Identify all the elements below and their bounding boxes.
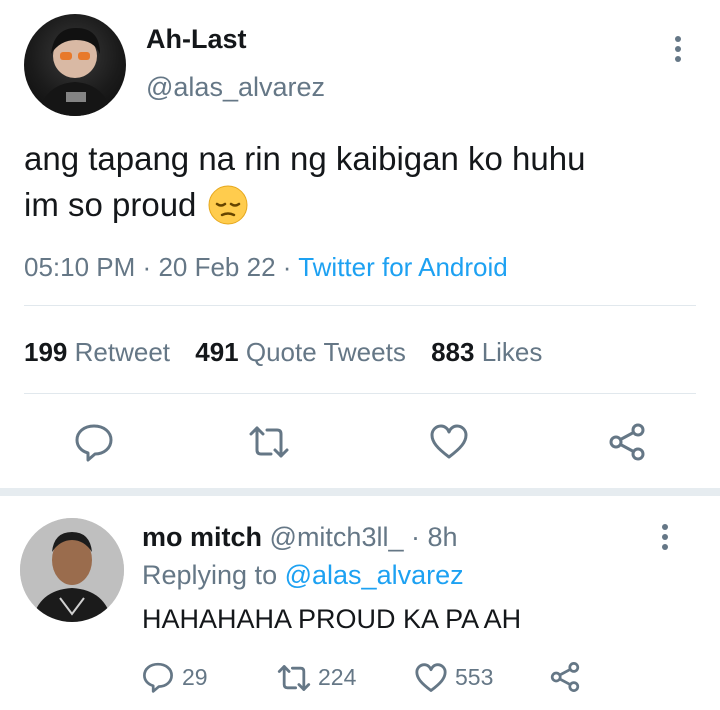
share-icon[interactable]: [607, 422, 647, 462]
author-handle[interactable]: @alas_alvarez: [146, 72, 325, 103]
divider: [24, 305, 696, 306]
author-display-name[interactable]: Ah-Last: [146, 24, 247, 55]
likes-stat[interactable]: 883 Likes: [431, 337, 542, 367]
like-icon[interactable]: [429, 424, 469, 460]
retweet-icon[interactable]: [247, 424, 291, 460]
tweet-text-line-1: ang tapang na rin ng kaibigan ko huhu: [24, 140, 586, 177]
reply-retweet-count: 224: [318, 664, 357, 690]
divider: [24, 393, 696, 394]
reply-more-menu-icon[interactable]: [662, 524, 668, 554]
reply-display-name[interactable]: mo mitch: [142, 522, 262, 552]
pensive-face-emoji-icon: [208, 185, 248, 225]
reply-like-count: 553: [455, 664, 494, 690]
reply-handle[interactable]: @mitch3ll_: [270, 522, 404, 552]
reply-reply-count: 29: [182, 664, 208, 690]
tweet-text: ang tapang na rin ng kaibigan ko huhu im…: [24, 136, 585, 228]
tweet-date: 20 Feb 22: [158, 252, 276, 282]
tweet-text-line-2: im so proud: [24, 182, 585, 228]
reply-retweet-icon[interactable]: [276, 663, 312, 693]
reply-icon[interactable]: [74, 422, 114, 462]
tweet-time: 05:10 PM: [24, 252, 136, 282]
meta-separator: ·: [142, 252, 152, 282]
reply-like-icon[interactable]: [414, 663, 448, 693]
section-divider: [0, 488, 720, 496]
replying-to-label: Replying to: [142, 560, 278, 590]
tweet-source-link[interactable]: Twitter for Android: [298, 252, 508, 282]
quote-tweets-stat[interactable]: 491 Quote Tweets: [195, 337, 413, 367]
reply-text: HAHAHAHA PROUD KA PA AH: [142, 604, 522, 634]
tweet-meta: 05:10 PM · 20 Feb 22 · Twitter for Andro…: [24, 252, 508, 283]
author-avatar[interactable]: [24, 14, 126, 116]
tweet-stats: 199 Retweet 491 Quote Tweets 883 Likes: [24, 337, 542, 368]
meta-separator: ·: [282, 252, 292, 282]
reply-reply-icon[interactable]: [142, 661, 174, 693]
reply-author-avatar[interactable]: [20, 518, 124, 622]
reply-header: mo mitch @mitch3ll_ · 8h: [142, 522, 458, 553]
replying-to: Replying to @alas_alvarez: [142, 560, 464, 591]
replying-to-handle[interactable]: @alas_alvarez: [285, 560, 464, 590]
retweet-stat[interactable]: 199 Retweet: [24, 337, 177, 367]
reply-age: · 8h: [411, 522, 458, 552]
tweet-more-menu-icon[interactable]: [675, 36, 681, 66]
reply-share-icon[interactable]: [549, 661, 581, 693]
